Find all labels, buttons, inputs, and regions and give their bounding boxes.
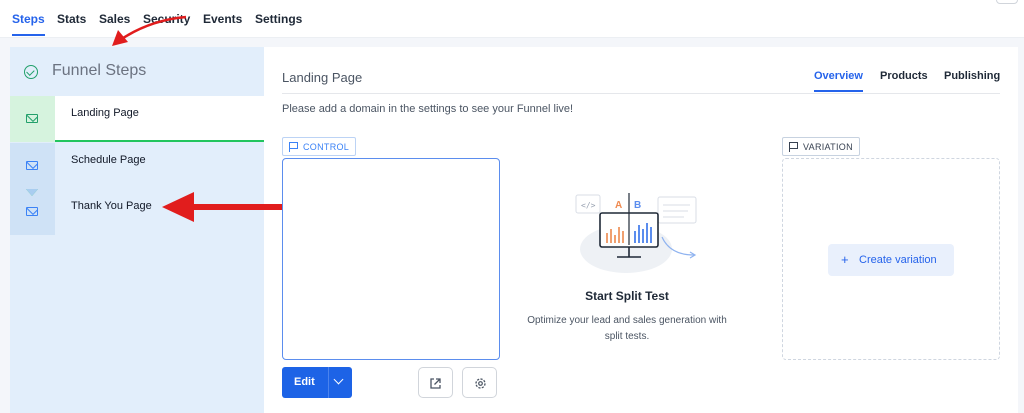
annotation-arrow-straight [162,192,282,222]
annotation-layer [112,15,282,222]
annotation-arrow-curved [112,15,187,46]
